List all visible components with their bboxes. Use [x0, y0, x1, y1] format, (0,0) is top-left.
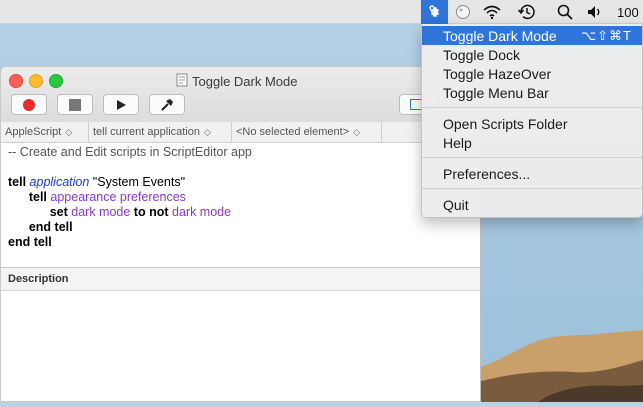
minimize-button[interactable]: [29, 74, 43, 88]
close-button[interactable]: [9, 74, 23, 88]
battery-percentage[interactable]: 100: [617, 0, 643, 24]
code-line-tell-application: tell application "System Events": [8, 175, 186, 189]
run-button[interactable]: [103, 94, 139, 115]
menu-separator: [422, 188, 642, 189]
language-selector[interactable]: AppleScript ◇: [1, 122, 89, 142]
menu-item-toggle-dock[interactable]: Toggle Dock: [422, 45, 642, 64]
desktop-wallpaper: [478, 330, 643, 402]
window-title: Toggle Dark Mode: [176, 73, 298, 90]
circle-status-icon[interactable]: [452, 0, 474, 24]
code-line-end-tell-inner: end tell: [28, 220, 73, 234]
spotlight-search-icon[interactable]: [553, 0, 577, 24]
menu-item-quit[interactable]: Quit: [422, 195, 642, 214]
menu-item-toggle-hazeover[interactable]: Toggle HazeOver: [422, 64, 642, 83]
wifi-icon[interactable]: [480, 0, 504, 24]
script-menu-icon[interactable]: [421, 0, 448, 24]
menu-item-toggle-dark-mode[interactable]: Toggle Dark Mode ⌥⇧⌘T: [422, 26, 642, 45]
menu-item-open-scripts-folder[interactable]: Open Scripts Folder: [422, 114, 642, 133]
play-icon: [117, 99, 126, 110]
scripts-dropdown-menu: Toggle Dark Mode ⌥⇧⌘T Toggle Dock Toggle…: [421, 24, 643, 218]
volume-icon[interactable]: [584, 0, 606, 24]
updown-chevron-icon: ◇: [353, 126, 361, 137]
record-icon: [23, 98, 35, 111]
window-title-text: Toggle Dark Mode: [192, 74, 298, 89]
element-selector[interactable]: <No selected element> ◇: [232, 122, 382, 142]
stop-button[interactable]: [57, 94, 93, 115]
description-header[interactable]: Description: [1, 267, 480, 291]
zoom-button[interactable]: [49, 74, 63, 88]
updown-chevron-icon: ◇: [65, 126, 73, 137]
script-editor-window: Toggle Dark Mode AppleScript ◇ tell curr…: [0, 66, 481, 402]
hammer-icon: [161, 98, 173, 111]
menu-item-toggle-menu-bar[interactable]: Toggle Menu Bar: [422, 83, 642, 102]
element-label: <No selected element>: [236, 126, 350, 138]
script-document-icon: [176, 73, 188, 90]
code-line-tell-appearance: tell appearance preferences: [28, 190, 186, 204]
record-button[interactable]: [11, 94, 47, 115]
compile-button[interactable]: [149, 94, 185, 115]
window-titlebar: Toggle Dark Mode: [1, 67, 480, 123]
code-line-end-tell-outer: end tell: [8, 235, 52, 249]
language-label: AppleScript: [5, 126, 62, 138]
menu-separator: [422, 157, 642, 158]
menu-bar: 100: [0, 0, 643, 24]
shortcut-label: ⌥⇧⌘T: [581, 27, 632, 43]
time-machine-icon[interactable]: [515, 0, 539, 24]
code-line-set-dark-mode: set dark mode to not dark mode: [49, 205, 232, 219]
navigation-bar: AppleScript ◇ tell current application ◇…: [1, 122, 480, 143]
code-comment: -- Create and Edit scripts in ScriptEdit…: [8, 145, 252, 159]
stop-icon: [69, 98, 81, 111]
menu-separator: [422, 107, 642, 108]
target-selector[interactable]: tell current application ◇: [89, 122, 232, 142]
menu-item-preferences[interactable]: Preferences...: [422, 164, 642, 183]
updown-chevron-icon: ◇: [204, 126, 211, 137]
menu-item-help[interactable]: Help: [422, 133, 642, 152]
target-label: tell current application: [93, 126, 201, 138]
script-editor-text-area[interactable]: -- Create and Edit scripts in ScriptEdit…: [1, 145, 480, 250]
